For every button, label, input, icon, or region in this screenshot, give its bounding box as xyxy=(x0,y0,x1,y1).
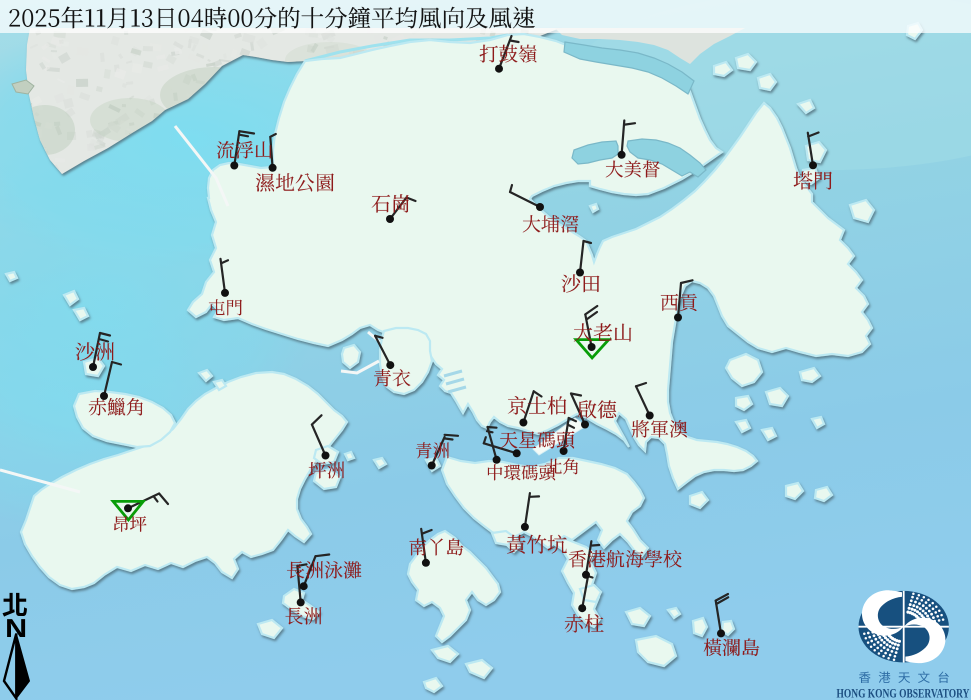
svg-text:HONG KONG OBSERVATORY: HONG KONG OBSERVATORY xyxy=(837,686,970,700)
